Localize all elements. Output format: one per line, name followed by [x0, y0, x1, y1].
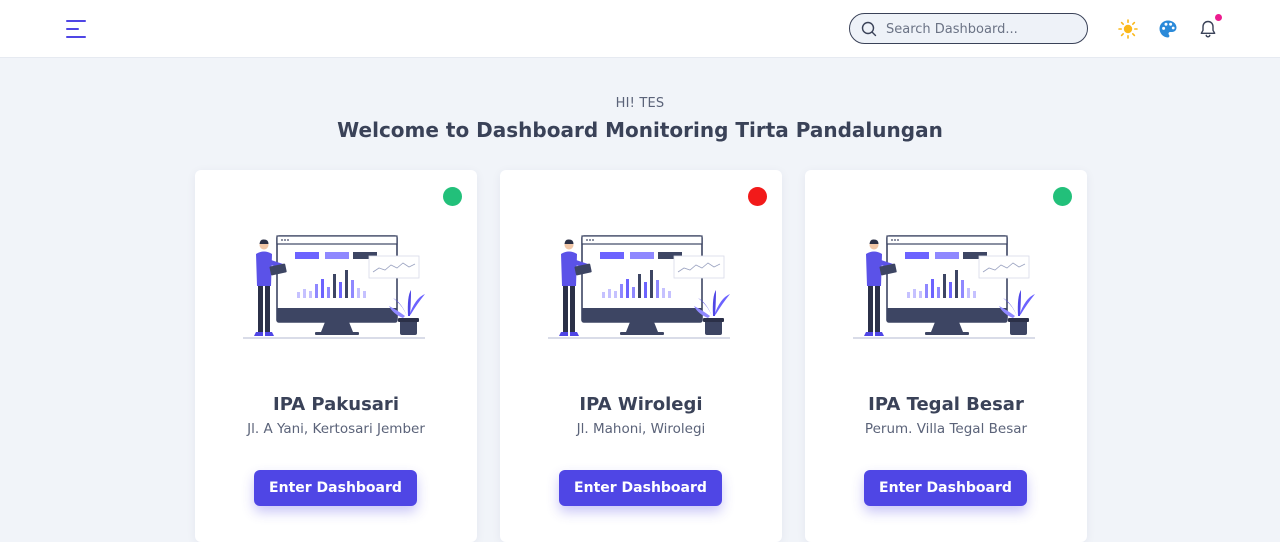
menu-icon-line [66, 20, 86, 22]
station-card-pakusari: IPA Pakusari Jl. A Yani, Kertosari Jembe… [195, 170, 477, 542]
card-title: IPA Wirolegi [579, 394, 703, 415]
enter-dashboard-button[interactable]: Enter Dashboard [864, 470, 1027, 506]
menu-toggle-button[interactable] [64, 17, 90, 41]
card-title: IPA Tegal Besar [868, 394, 1024, 415]
station-card-wirolegi: IPA Wirolegi Jl. Mahoni, Wirolegi Enter … [500, 170, 782, 542]
search-box [849, 13, 1088, 44]
menu-icon-line [66, 28, 79, 30]
status-indicator [748, 187, 767, 206]
page-title: Welcome to Dashboard Monitoring Tirta Pa… [337, 118, 943, 142]
station-card-tegal-besar: IPA Tegal Besar Perum. Villa Tegal Besar… [805, 170, 1087, 542]
menu-icon-line [66, 36, 86, 38]
notification-badge [1213, 12, 1224, 23]
enter-dashboard-button[interactable]: Enter Dashboard [559, 470, 722, 506]
greeting-text: HI! TES [615, 96, 665, 111]
card-address: Perum. Villa Tegal Besar [864, 421, 1028, 437]
dashboard-illustration [548, 235, 730, 339]
search-input[interactable] [886, 19, 1076, 39]
status-indicator [443, 187, 462, 206]
card-address: Jl. A Yani, Kertosari Jember [247, 421, 425, 437]
dashboard-illustration [243, 235, 425, 339]
card-title: IPA Pakusari [273, 394, 399, 415]
top-bar [0, 0, 1280, 58]
card-address: Jl. Mahoni, Wirolegi [576, 421, 706, 437]
dashboard-illustration [853, 235, 1035, 339]
enter-dashboard-button[interactable]: Enter Dashboard [254, 470, 417, 506]
sun-icon[interactable] [1118, 19, 1138, 39]
status-indicator [1053, 187, 1072, 206]
palette-icon[interactable] [1158, 19, 1178, 39]
search-icon [861, 21, 877, 37]
